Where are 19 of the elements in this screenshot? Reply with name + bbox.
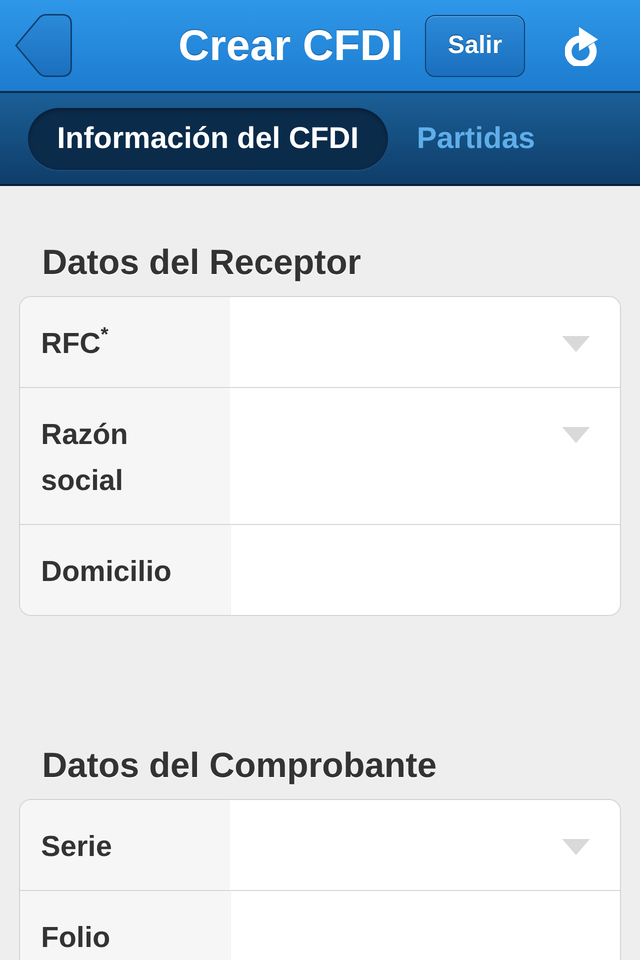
field-label: Folio: [41, 921, 110, 956]
back-button[interactable]: [14, 14, 72, 77]
section-title: Datos del Receptor: [42, 243, 361, 283]
tab[interactable]: Partidas: [388, 108, 564, 170]
field-label: Razón social: [41, 418, 129, 499]
dropdown-caret-icon: [562, 427, 590, 443]
section-title: Datos del Comprobante: [42, 746, 437, 786]
field-label: Serie: [41, 830, 112, 865]
exit-button[interactable]: Salir: [425, 14, 525, 76]
refresh-button[interactable]: [565, 25, 600, 66]
refresh-icon: [565, 25, 600, 66]
field-label: RFC$^{*}$: [41, 323, 108, 362]
input-field[interactable]: [230, 890, 620, 960]
tab[interactable]: Información del CFDI: [28, 108, 388, 170]
input-field[interactable]: [230, 524, 620, 615]
field-label: Domicilio: [41, 555, 172, 590]
dropdown-caret-icon: [562, 839, 590, 855]
dropdown-caret-icon: [562, 336, 590, 352]
screen-title: Crear CFDI: [178, 20, 403, 70]
